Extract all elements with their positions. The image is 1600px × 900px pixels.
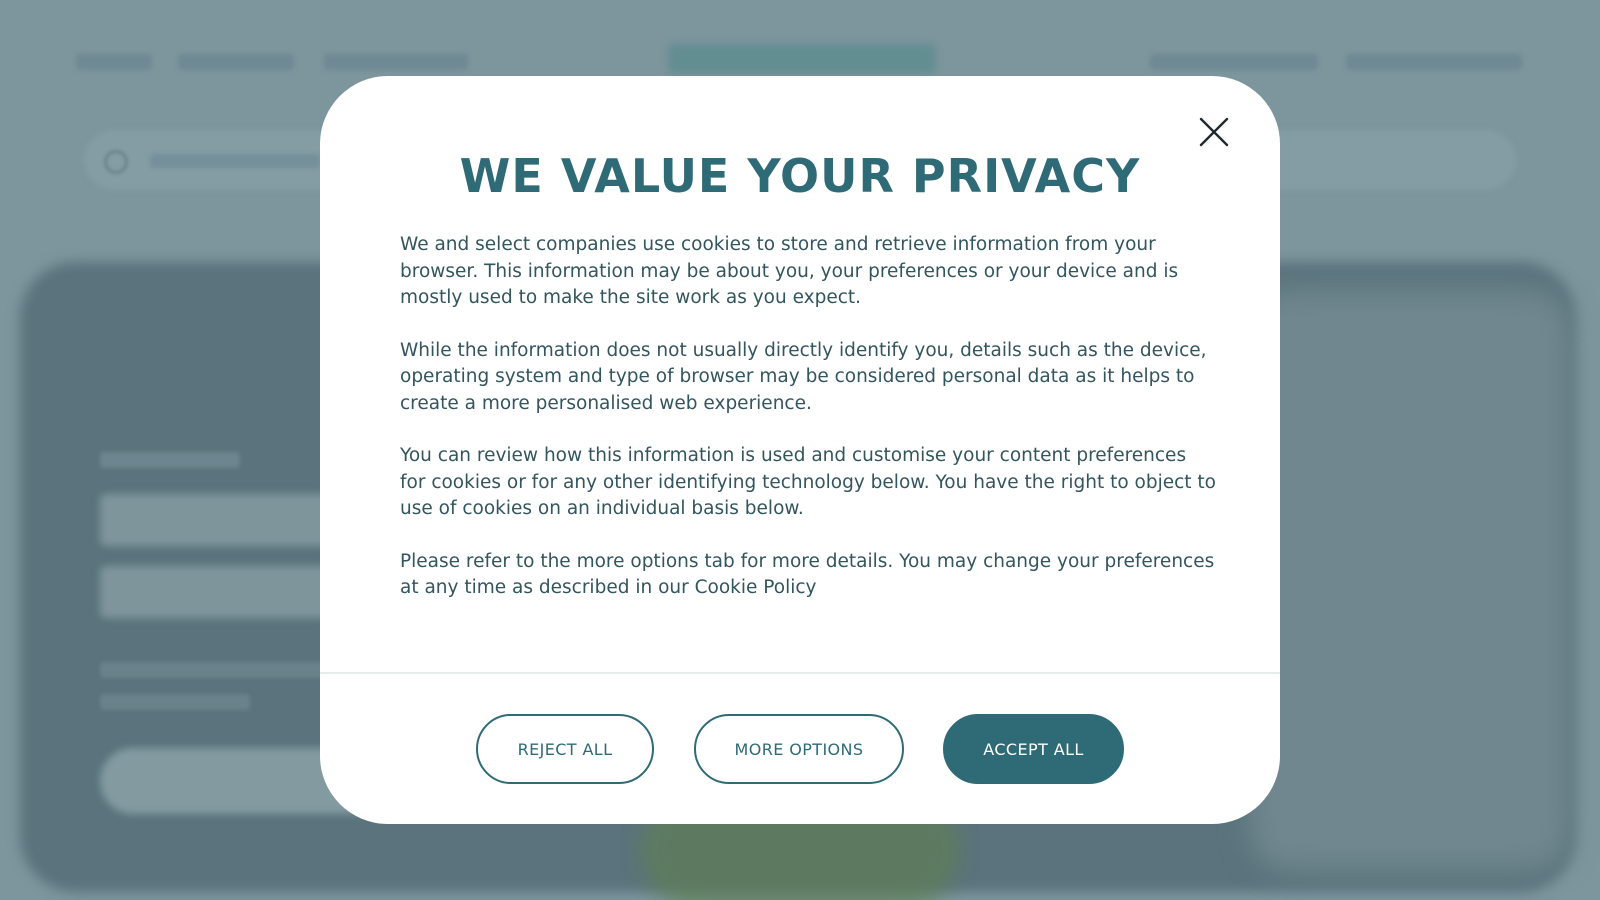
more-options-button[interactable]: MORE OPTIONS <box>694 714 904 784</box>
background-hero-heading <box>100 494 330 546</box>
background-hero-text <box>100 662 330 678</box>
background-search-icon <box>104 150 128 174</box>
background-hero-eyebrow <box>100 452 240 468</box>
dialog-paragraph: While the information does not usually d… <box>400 339 1207 414</box>
background-hero-image <box>1250 290 1570 870</box>
accept-all-button[interactable]: ACCEPT ALL <box>943 714 1124 784</box>
background-logo <box>668 44 936 74</box>
background-nav-link <box>1346 54 1522 70</box>
dialog-title: WE VALUE YOUR PRIVACY <box>459 149 1141 203</box>
background-search-placeholder <box>150 154 320 168</box>
background-nav-link <box>76 54 152 70</box>
dialog-divider <box>320 672 1280 674</box>
background-nav-link <box>1150 54 1318 70</box>
reject-all-button[interactable]: REJECT ALL <box>476 714 654 784</box>
dialog-paragraph: You can review how this information is u… <box>400 445 1216 519</box>
dialog-paragraph: We and select companies use cookies to s… <box>400 234 1179 308</box>
background-hero-text <box>100 694 250 710</box>
background-nav-link <box>324 54 468 70</box>
background-hero-heading <box>100 566 330 618</box>
background-nav-link <box>178 54 294 70</box>
dialog-paragraph: Please refer to the more options tab for… <box>400 550 1215 599</box>
dialog-body: We and select companies use cookies to s… <box>400 232 1216 628</box>
